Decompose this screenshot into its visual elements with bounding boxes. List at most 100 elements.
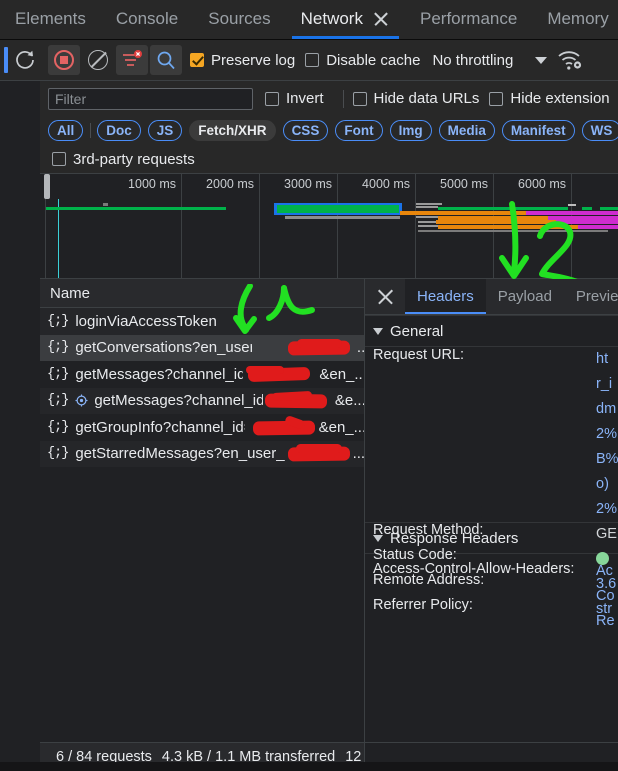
chevron-down-icon[interactable] (535, 56, 548, 64)
timeline-tick-label: 2000 ms (206, 177, 254, 191)
waterfall-bar (438, 225, 578, 229)
waterfall-bar (416, 206, 438, 208)
request-name: getConversations?en_user_id= (75, 339, 252, 357)
table-row[interactable]: {;} getMessages?channel_id= &e... (40, 387, 364, 414)
value-fragment: 2% (596, 501, 617, 517)
third-party-label: 3rd-party requests (73, 150, 195, 168)
kv-request-method: Request Method: (365, 522, 618, 547)
filter-pill-all[interactable]: All (48, 120, 84, 141)
resource-type-filters: All Doc JS Fetch/XHR CSS Font Img Media … (40, 116, 618, 145)
overview-scroll-thumb[interactable] (44, 174, 50, 199)
disable-cache-checkbox[interactable]: Disable cache (305, 52, 420, 69)
kv-request-url: Request URL: (365, 347, 618, 372)
throttling-select[interactable]: No throttling (432, 52, 513, 69)
search-icon[interactable] (150, 45, 182, 75)
kv-value: Co (596, 588, 615, 604)
waterfall-bar (582, 207, 592, 210)
waterfall-bar (416, 216, 438, 218)
waterfall-bar (103, 203, 108, 206)
third-party-requests-checkbox[interactable]: 3rd-party requests (52, 151, 195, 168)
devtools-tab-bar: Elements Console Sources Network Perform… (0, 0, 618, 40)
table-row[interactable]: {;} loginViaAccessToken (40, 308, 364, 335)
record-stop-icon[interactable] (48, 45, 80, 75)
request-name-suffix: ... (352, 445, 364, 463)
filter-pill-js[interactable]: JS (147, 120, 183, 141)
waterfall-bar (416, 203, 442, 205)
response-header-rows: Access-Control-Allow-Headers: Ac Co Re (365, 554, 618, 629)
network-toolbar: Preserve log Disable cache No throttling (40, 40, 618, 81)
table-row[interactable]: {;} getGroupInfo?channel_id= &en_... (40, 414, 364, 441)
filter-pill-media[interactable]: Media (438, 120, 495, 141)
close-icon[interactable] (373, 11, 390, 28)
tab-label: Network (300, 9, 363, 28)
filter-pill-doc[interactable]: Doc (97, 120, 141, 141)
waterfall-bar (436, 220, 556, 224)
tab-network[interactable]: Network (286, 0, 405, 39)
kv-value: Re (596, 613, 615, 629)
tab-preview[interactable]: Preview (564, 279, 618, 314)
tab-memory[interactable]: Memory (532, 0, 618, 39)
tab-elements[interactable]: Elements (0, 0, 101, 39)
filter-pill-css[interactable]: CSS (282, 120, 329, 141)
tab-sources[interactable]: Sources (193, 0, 285, 39)
json-braces-icon: {;} (47, 366, 69, 382)
hide-extension-urls-checkbox[interactable]: Hide extension (489, 90, 610, 107)
filter-pill-ws[interactable]: WS (581, 120, 618, 141)
timeline-tick-label: 6000 ms (518, 177, 566, 191)
column-header-name[interactable]: Name (40, 279, 364, 308)
dclc-marker (58, 199, 59, 278)
preserve-log-checkbox[interactable]: Preserve log (190, 52, 295, 69)
divider (342, 89, 344, 108)
hide-data-urls-checkbox[interactable]: Hide data URLs (352, 90, 479, 107)
request-details-panel: Headers Payload Preview General Request … (365, 279, 618, 742)
request-name-suffix: .. (356, 339, 364, 357)
waterfall-bar (556, 220, 618, 224)
preserve-log-label: Preserve log (211, 51, 296, 69)
hide-extension-urls-label: Hide extension (510, 90, 610, 107)
table-row[interactable]: {;} getConversations?en_user_id= .. (40, 334, 364, 361)
kv-key: Request URL: (373, 347, 465, 363)
table-row[interactable]: {;} getStarredMessages?en_user_id= ... (40, 440, 364, 467)
waterfall-bar (526, 211, 618, 215)
checkbox-box (265, 91, 279, 106)
clear-network-log-icon[interactable] (82, 45, 114, 75)
invert-checkbox[interactable]: Invert (265, 90, 324, 107)
table-row[interactable]: {;} getMessages?channel_id= &en_... (40, 361, 364, 388)
waterfall-bar (418, 230, 608, 232)
waterfall-bar (418, 221, 436, 223)
checkbox-box (352, 91, 367, 106)
tab-headers[interactable]: Headers (405, 279, 486, 314)
search-input[interactable] (48, 87, 253, 110)
filter-pill-img[interactable]: Img (389, 120, 432, 141)
kv-value: Ac (596, 563, 613, 579)
request-list[interactable]: Name {;} loginViaAccessToken {;} getConv… (40, 279, 365, 742)
network-overview-timeline[interactable]: 1000 ms 2000 ms 3000 ms 4000 ms 5000 ms … (40, 174, 618, 279)
disable-cache-label: Disable cache (326, 51, 421, 69)
tab-performance[interactable]: Performance (405, 0, 532, 39)
wifi-settings-icon[interactable] (557, 49, 583, 71)
waterfall-bar (578, 225, 618, 229)
divider (90, 123, 92, 138)
kv-key: Request Method: (373, 522, 484, 538)
tab-label: Sources (208, 9, 271, 28)
tab-payload[interactable]: Payload (486, 279, 564, 314)
filter-pill-fetch-xhr[interactable]: Fetch/XHR (189, 120, 276, 141)
left-gutter (0, 40, 40, 771)
filter-pill-font[interactable]: Font (335, 120, 383, 141)
timeline-tick-label: 5000 ms (440, 177, 488, 191)
filter-pill-manifest[interactable]: Manifest (501, 120, 575, 141)
tab-label: Elements (15, 9, 86, 28)
json-braces-icon: {;} (47, 393, 69, 409)
checkbox-box (305, 53, 320, 67)
filter-with-error-icon[interactable] (116, 45, 148, 75)
request-name: getStarredMessages?en_user_id= (75, 445, 285, 463)
close-icon[interactable] (365, 279, 405, 314)
checkbox-box (489, 91, 504, 106)
reload-icon[interactable] (13, 48, 37, 72)
column-header-label: Name (50, 284, 91, 302)
tab-console[interactable]: Console (101, 0, 193, 39)
section-general[interactable]: General (365, 315, 618, 347)
kv-key: Referrer Policy: (373, 597, 473, 613)
json-braces-icon: {;} (47, 340, 69, 356)
tab-label: Performance (419, 9, 518, 28)
